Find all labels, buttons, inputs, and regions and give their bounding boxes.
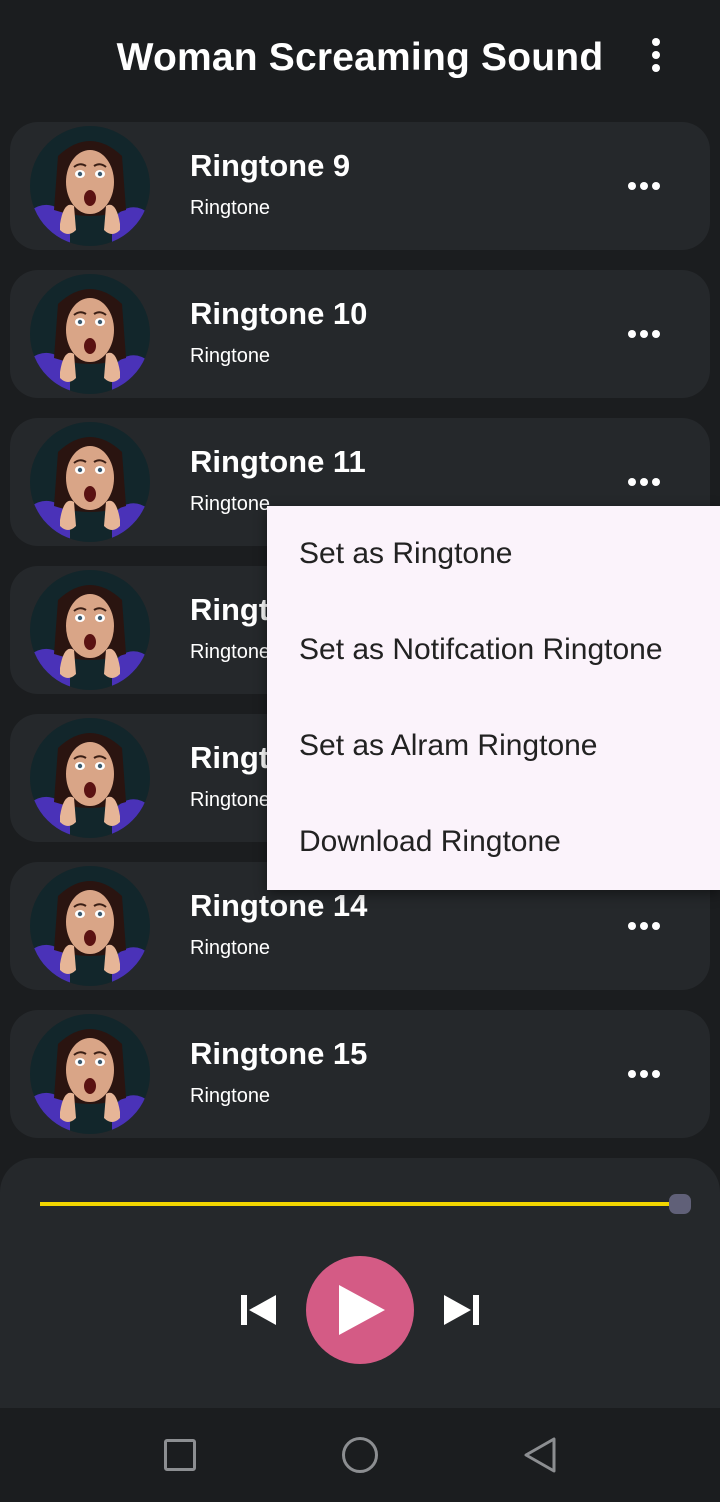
skip-previous-icon[interactable]	[238, 1292, 278, 1328]
ringtone-subtitle: Ringtone	[190, 937, 271, 959]
ringtone-subtitle: Ringtone	[190, 789, 271, 811]
home-icon[interactable]	[342, 1437, 378, 1473]
ringtone-subtitle: Ringtone	[190, 197, 271, 219]
skip-next-icon[interactable]	[442, 1292, 482, 1328]
more-options-icon[interactable]	[622, 462, 666, 502]
ringtone-thumbnail	[30, 570, 150, 690]
screen: Woman Screaming Sound Ringtone 9 Rington…	[0, 0, 720, 1502]
ringtone-title: Ringtone 15	[190, 1036, 368, 1071]
ringtone-card[interactable]: Ringtone 10 Ringtone	[10, 270, 710, 398]
ringtone-title: Ringtone 14	[190, 888, 368, 923]
ringtone-card[interactable]: Ringtone 9 Ringtone	[10, 122, 710, 250]
back-icon[interactable]	[522, 1436, 558, 1474]
more-options-icon[interactable]	[622, 166, 666, 206]
ringtone-subtitle: Ringtone	[190, 1085, 271, 1107]
recent-apps-icon[interactable]	[164, 1439, 196, 1471]
app-header: Woman Screaming Sound	[0, 0, 720, 118]
app-title: Woman Screaming Sound	[116, 36, 604, 79]
ringtone-thumbnail	[30, 274, 150, 394]
ringtone-thumbnail	[30, 422, 150, 542]
ringtone-title: Ringtone 10	[190, 296, 368, 331]
audio-player	[0, 1158, 720, 1408]
ringtone-card[interactable]: Ringtone 15 Ringtone	[10, 1010, 710, 1138]
overflow-menu-icon[interactable]	[636, 32, 676, 78]
menu-item-set-alarm[interactable]: Set as Alram Ringtone	[267, 698, 720, 794]
ringtone-subtitle: Ringtone	[190, 493, 271, 515]
progress-track[interactable]	[40, 1202, 680, 1206]
play-button[interactable]	[306, 1256, 414, 1364]
ringtone-thumbnail	[30, 718, 150, 838]
system-nav-bar	[0, 1408, 720, 1502]
ringtone-subtitle: Ringtone	[190, 641, 271, 663]
ringtone-thumbnail	[30, 866, 150, 986]
ringtone-options-menu: Set as Ringtone Set as Notifcation Ringt…	[267, 506, 720, 890]
ringtone-title: Ringtone 11	[190, 444, 366, 479]
menu-item-set-ringtone[interactable]: Set as Ringtone	[267, 506, 720, 602]
ringtone-thumbnail	[30, 126, 150, 246]
more-options-icon[interactable]	[622, 906, 666, 946]
more-options-icon[interactable]	[622, 314, 666, 354]
progress-fill	[40, 1202, 674, 1206]
ringtone-subtitle: Ringtone	[190, 345, 271, 367]
ringtone-thumbnail	[30, 1014, 150, 1134]
menu-item-download[interactable]: Download Ringtone	[267, 794, 720, 890]
progress-handle[interactable]	[669, 1194, 691, 1214]
menu-item-set-notification[interactable]: Set as Notifcation Ringtone	[267, 602, 720, 698]
more-options-icon[interactable]	[622, 1054, 666, 1094]
ringtone-title: Ringtone 9	[190, 148, 351, 183]
play-icon	[339, 1285, 385, 1335]
